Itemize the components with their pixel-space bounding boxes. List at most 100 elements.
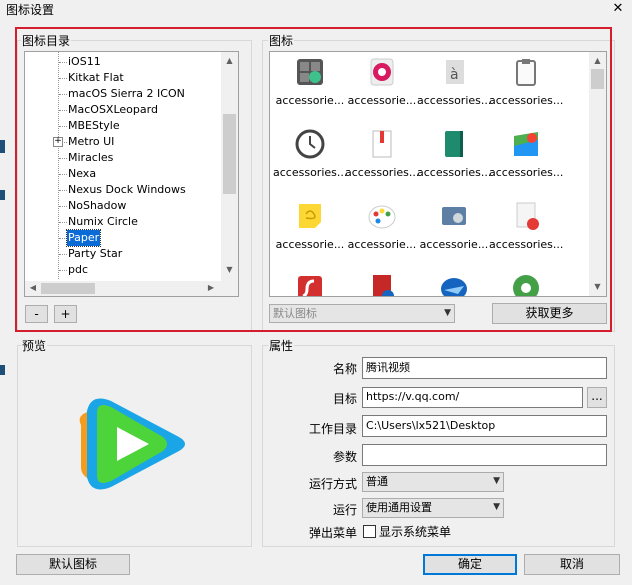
icon-cell[interactable]: à accessories...: [417, 52, 491, 118]
tree-item-label: Miracles: [68, 151, 114, 164]
icon-grid-scroll-thumb[interactable]: [591, 69, 604, 89]
target-label: 目标: [332, 392, 357, 406]
tree-item[interactable]: Miracles: [25, 150, 221, 166]
target-field[interactable]: https://v.qq.com/: [362, 387, 583, 408]
palette-icon: [366, 200, 398, 232]
icon-cell-label: accessorie...: [347, 94, 417, 107]
document-globe-icon: [366, 272, 398, 296]
icon-cell[interactable]: accessorie...: [417, 196, 491, 262]
tree-item[interactable]: MacOSXLeopard: [25, 102, 221, 118]
tree-item-label: Paper: [65, 229, 102, 247]
get-more-button[interactable]: 获取更多: [492, 303, 607, 324]
icon-cell[interactable]: [417, 268, 491, 296]
tree-item[interactable]: MBEStyle: [25, 118, 221, 134]
icon-cell[interactable]: accessories...: [417, 124, 491, 190]
icon-cell[interactable]: [345, 268, 419, 296]
workdir-field[interactable]: C:\Users\lx521\Desktop: [362, 415, 607, 437]
run-dropdown[interactable]: 使用通用设置 ▼: [362, 498, 504, 518]
icon-cell[interactable]: accessories...: [489, 196, 563, 262]
tree-vertical-scrollbar[interactable]: ▲ ▼: [221, 52, 238, 281]
tree-branch-line: [59, 158, 67, 159]
icon-cell-label: accessorie...: [347, 238, 417, 251]
properties-label: 属性: [268, 337, 295, 354]
tree-item-label: Metro UI: [68, 135, 115, 148]
icon-cell[interactable]: [489, 268, 563, 296]
tree-item[interactable]: Numix Circle: [25, 214, 221, 230]
default-icon-button[interactable]: 默认图标: [16, 554, 130, 575]
tencent-video-play-icon: [71, 387, 191, 501]
tree-item[interactable]: Party Star: [25, 246, 221, 262]
tree-item-label: macOS Sierra 2 ICON: [68, 87, 185, 100]
background-window-edge: [0, 140, 5, 153]
icon-grid[interactable]: accessorie... accessorie... à accessories..…: [269, 51, 607, 297]
cancel-button[interactable]: 取消: [524, 554, 620, 575]
remove-button[interactable]: -: [25, 305, 48, 323]
character-map-icon: à: [438, 56, 470, 88]
icon-cell-label: accessories...: [489, 238, 563, 251]
tree-branch-line: [59, 254, 67, 255]
icon-cell[interactable]: accessorie...: [345, 52, 419, 118]
scroll-up-icon[interactable]: ▲: [221, 54, 238, 68]
tree-item[interactable]: Nexa: [25, 166, 221, 182]
icon-cell[interactable]: accessories...: [489, 52, 563, 118]
scroll-up-icon[interactable]: ▲: [589, 54, 606, 68]
tree-branch-line: [59, 94, 67, 95]
scrollbar-corner: [221, 281, 238, 296]
ok-button[interactable]: 确定: [423, 554, 517, 575]
tree-item[interactable]: Nexus Dock Windows: [25, 182, 221, 198]
run-value: 使用通用设置: [366, 501, 432, 514]
runmode-dropdown[interactable]: 普通 ▼: [362, 472, 504, 492]
tree-item[interactable]: NoShadow: [25, 198, 221, 214]
tree-item-label: MBEStyle: [68, 119, 120, 132]
icon-cell[interactable]: accessorie...: [273, 196, 347, 262]
add-button[interactable]: +: [54, 305, 77, 323]
popup-checkbox-label[interactable]: 显示系统菜单: [379, 523, 451, 540]
close-button[interactable]: ✕: [608, 0, 628, 18]
tree-scroll-thumb[interactable]: [223, 114, 236, 194]
icon-cell-label: accessorie...: [275, 238, 345, 251]
runmode-label: 运行方式: [308, 477, 357, 491]
tree-item[interactable]: Paper: [25, 229, 221, 247]
expand-icon[interactable]: +: [53, 137, 63, 147]
scroll-down-icon[interactable]: ▼: [221, 263, 238, 277]
tree-item-label: pdc: [68, 263, 89, 276]
icon-grid-scrollbar[interactable]: ▲ ▼: [589, 52, 606, 296]
icon-cell[interactable]: accessories...: [273, 124, 347, 190]
scroll-right-icon[interactable]: ▶: [205, 281, 217, 295]
document-edit-icon: [510, 200, 542, 232]
tree-branch-line: [59, 62, 67, 63]
icon-cell[interactable]: accessories...: [489, 124, 563, 190]
tree-item[interactable]: Kitkat Flat: [25, 70, 221, 86]
icon-cell[interactable]: accessorie...: [273, 52, 347, 118]
tree-item-label: Kitkat Flat: [68, 71, 124, 84]
tree-branch-line: [59, 190, 67, 191]
icon-source-dropdown[interactable]: 默认图标 ▼: [269, 304, 455, 323]
tree-branch-line: [59, 222, 67, 223]
flash-icon: [294, 272, 326, 296]
run-label: 运行: [332, 503, 357, 517]
params-field[interactable]: [362, 444, 607, 466]
chevron-down-icon: ▼: [444, 308, 451, 318]
icon-cell[interactable]: [273, 268, 347, 296]
tree-item[interactable]: + Metro UI: [25, 134, 221, 150]
name-field[interactable]: 腾讯视频: [362, 357, 607, 379]
app-icon: [510, 272, 542, 296]
icon-cell-label: accessories...: [273, 166, 347, 179]
tree-item[interactable]: macOS Sierra 2 ICON: [25, 86, 221, 102]
clock-icon: [294, 128, 326, 160]
icon-cell[interactable]: accessories...: [345, 124, 419, 190]
name-label: 名称: [332, 362, 357, 376]
icon-cell-label: accessories...: [345, 166, 419, 179]
tree-horizontal-scrollbar[interactable]: ◀ ▶: [25, 281, 221, 296]
tree-item[interactable]: iOS11: [25, 54, 221, 70]
screen-record-icon: [366, 56, 398, 88]
icon-cell[interactable]: accessorie...: [345, 196, 419, 262]
browse-button[interactable]: ...: [587, 387, 607, 408]
scroll-left-icon[interactable]: ◀: [27, 281, 39, 295]
tree-item[interactable]: pdc: [25, 262, 221, 278]
scroll-down-icon[interactable]: ▼: [589, 280, 606, 294]
popup-checkbox[interactable]: [363, 525, 376, 538]
tree-item-label: Party Star: [68, 247, 123, 260]
catalog-tree[interactable]: iOS11 Kitkat Flat macOS Sierra 2 ICON MacOS…: [24, 51, 239, 297]
tree-hscroll-thumb[interactable]: [41, 283, 95, 294]
